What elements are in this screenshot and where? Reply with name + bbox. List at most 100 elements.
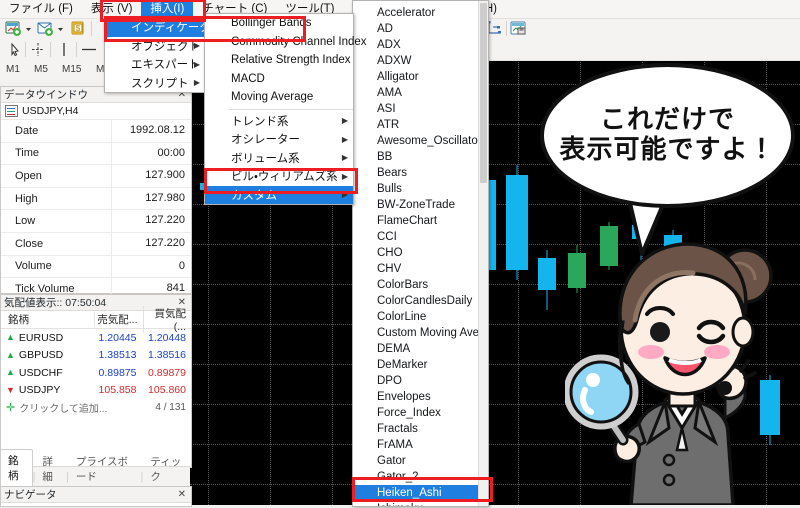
custom-indicator-item-11[interactable]: Bulls bbox=[353, 181, 488, 197]
market-watch-row[interactable]: ▲ USDCHF 0.89875 0.89879 bbox=[1, 364, 191, 382]
close-icon[interactable]: ✕ bbox=[178, 489, 188, 500]
new-order-icon[interactable] bbox=[37, 20, 55, 37]
data-window-row: High 127.980 bbox=[1, 187, 191, 211]
insert-menu[interactable]: インディケータオブジェクト ▶ エキスパート ▶ スクリプト ▶ bbox=[104, 17, 211, 93]
indicator-submenu[interactable]: Bollinger Bands Commodity Channel Index Re… bbox=[204, 13, 367, 205]
custom-indicator-item-25[interactable]: Force_Index bbox=[353, 405, 488, 421]
timeframe-button-m15[interactable]: M15 bbox=[62, 64, 81, 75]
custom-indicator-item-18[interactable]: ColorCandlesDaily bbox=[353, 293, 488, 309]
indicator-menu-label: ボリューム系 bbox=[231, 152, 300, 165]
custom-indicator-item-13[interactable]: FlameChart bbox=[353, 213, 488, 229]
crosshair-icon[interactable] bbox=[29, 41, 47, 58]
symbol-count: 4 / 131 bbox=[155, 402, 186, 413]
custom-indicator-item-14[interactable]: CCI bbox=[353, 229, 488, 245]
custom-indicator-item-12[interactable]: BW-ZoneTrade bbox=[353, 197, 488, 213]
insert-menu-label: インディケータ bbox=[131, 22, 211, 35]
custom-indicator-submenu[interactable]: Accelerator AD ADX ADXW Alligator AMA ASI ATR Aw… bbox=[352, 0, 489, 507]
data-window-key: Time bbox=[15, 147, 40, 160]
ask-price: 0.89879 bbox=[148, 366, 186, 379]
custom-indicator-item-29[interactable]: Gator_2 bbox=[353, 469, 488, 485]
custom-indicator-item-5[interactable]: AMA bbox=[353, 85, 488, 101]
trend-arrow-icon: ▲ bbox=[6, 349, 15, 360]
custom-indicator-item-22[interactable]: DeMarker bbox=[353, 357, 488, 373]
indicator-menu-item-3[interactable]: MACD bbox=[205, 70, 353, 89]
custom-indicator-item-26[interactable]: Fractals bbox=[353, 421, 488, 437]
custom-indicator-item-23[interactable]: DPO bbox=[353, 373, 488, 389]
indicator-menu-item-2[interactable]: Relative Strength Index bbox=[205, 51, 353, 70]
mt4-application-window: ファイル (F)表示 (V)挿入(I)チャート (C)ツール(T)ウインドウ(W… bbox=[0, 0, 800, 507]
tab-2[interactable]: プライスボード bbox=[69, 451, 141, 487]
custom-indicator-item-30[interactable]: Heiken_Ashi bbox=[353, 485, 488, 501]
custom-indicator-item-7[interactable]: ATR bbox=[353, 117, 488, 133]
insert-menu-item-3[interactable]: スクリプト ▶ bbox=[105, 74, 205, 93]
candle-body bbox=[538, 258, 556, 290]
insert-menu-label: スクリプト bbox=[131, 77, 189, 90]
chart-symbol-icon bbox=[5, 105, 18, 117]
custom-indicator-item-0[interactable]: Accelerator bbox=[353, 5, 488, 21]
market-watch-row[interactable]: ▲ GBPUSD 1.38513 1.38516 bbox=[1, 347, 191, 365]
custom-indicator-item-28[interactable]: Gator bbox=[353, 453, 488, 469]
horizontal-line-icon[interactable] bbox=[80, 41, 98, 58]
tab-1[interactable]: 詳細 bbox=[35, 451, 66, 487]
indicator-menu-item-5[interactable]: トレンド系 ▶ bbox=[205, 112, 353, 131]
custom-indicator-item-20[interactable]: Custom Moving Average bbox=[353, 325, 488, 341]
indicator-menu-label: ビル・ウィリアムズ系 bbox=[231, 171, 338, 184]
custom-indicator-item-1[interactable]: AD bbox=[353, 21, 488, 37]
column-symbol[interactable]: 銘柄 bbox=[1, 312, 94, 327]
custom-indicator-item-19[interactable]: ColorLine bbox=[353, 309, 488, 325]
chevron-down-icon[interactable] bbox=[24, 20, 33, 37]
custom-indicator-item-10[interactable]: Bears bbox=[353, 165, 488, 181]
data-window-key: High bbox=[15, 192, 38, 205]
indicator-menu-item-6[interactable]: オシレーター ▶ bbox=[205, 130, 353, 149]
indicator-menu-item-8[interactable]: ビル・ウィリアムズ系 ▶ bbox=[205, 167, 353, 186]
indicator-menu-item-0[interactable]: Bollinger Bands bbox=[205, 14, 353, 33]
indicator-menu-label: オシレーター bbox=[231, 134, 300, 147]
indicator-menu-item-4[interactable]: Moving Average bbox=[205, 88, 353, 107]
market-watch-add-row[interactable]: ✛ クリックして追加... 4 / 131 bbox=[1, 399, 191, 416]
custom-indicator-item-15[interactable]: CHO bbox=[353, 245, 488, 261]
custom-indicator-item-9[interactable]: BB bbox=[353, 149, 488, 165]
market-watch-row[interactable]: ▼ USDJPY 105.858 105.860 bbox=[1, 382, 191, 400]
insert-menu-item-0[interactable]: インディケータ bbox=[105, 18, 211, 37]
custom-indicator-item-27[interactable]: FrAMA bbox=[353, 437, 488, 453]
tab-3[interactable]: ティック bbox=[143, 451, 190, 487]
column-bid[interactable]: 売気配... bbox=[94, 312, 143, 327]
indicator-menu-item-1[interactable]: Commodity Channel Index bbox=[205, 33, 367, 52]
custom-indicator-item-4[interactable]: Alligator bbox=[353, 69, 488, 85]
custom-indicator-item-8[interactable]: Awesome_Oscillator bbox=[353, 133, 488, 149]
indicator-menu-item-7[interactable]: ボリューム系 ▶ bbox=[205, 149, 353, 168]
data-window-symbol: USDJPY,H4 bbox=[22, 105, 79, 117]
submenu-arrow-icon: ▶ bbox=[341, 116, 348, 126]
custom-indicator-item-17[interactable]: ColorBars bbox=[353, 277, 488, 293]
cursor-icon[interactable] bbox=[6, 41, 24, 58]
column-ask[interactable]: 買気配(... bbox=[142, 306, 192, 333]
tab-0[interactable]: 銘柄 bbox=[0, 449, 33, 487]
candle-body bbox=[506, 175, 528, 270]
vertical-line-icon[interactable] bbox=[55, 41, 73, 58]
menu-item-1[interactable]: 表示 (V) bbox=[82, 0, 142, 18]
menu-item-2[interactable]: 挿入(I) bbox=[141, 0, 194, 18]
autotrading-icon[interactable]: $ bbox=[69, 20, 87, 37]
chevron-down-icon[interactable] bbox=[56, 20, 65, 37]
timeframe-button-m5[interactable]: M5 bbox=[34, 64, 48, 75]
custom-indicator-item-3[interactable]: ADXW bbox=[353, 53, 488, 69]
timeframe-button-m1[interactable]: M1 bbox=[6, 64, 20, 75]
new-chart-icon[interactable] bbox=[5, 20, 23, 37]
custom-indicator-item-16[interactable]: CHV bbox=[353, 261, 488, 277]
insert-menu-item-1[interactable]: オブジェクト ▶ bbox=[105, 37, 205, 56]
indicator-menu-item-9[interactable]: カスタム ▶ bbox=[205, 185, 353, 204]
custom-indicator-item-31[interactable]: Ichimoku bbox=[353, 501, 488, 506]
custom-indicator-item-6[interactable]: ASI bbox=[353, 101, 488, 117]
symbol-name: USDJPY bbox=[18, 384, 61, 397]
market-watch-row[interactable]: ▲ EURUSD 1.20445 1.20448 bbox=[1, 329, 191, 347]
scrollbar[interactable] bbox=[478, 1, 488, 506]
custom-indicator-item-2[interactable]: ADX bbox=[353, 37, 488, 53]
data-window-title: データウインドウ bbox=[4, 89, 88, 101]
insert-menu-label: エキスパート bbox=[131, 59, 200, 72]
menu-item-0[interactable]: ファイル (F) bbox=[0, 0, 82, 18]
custom-indicator-item-24[interactable]: Envelopes bbox=[353, 389, 488, 405]
insert-menu-item-2[interactable]: エキスパート ▶ bbox=[105, 55, 205, 74]
scrollbar-thumb[interactable] bbox=[480, 3, 487, 183]
chart-template-icon[interactable] bbox=[510, 20, 528, 37]
custom-indicator-item-21[interactable]: DEMA bbox=[353, 341, 488, 357]
